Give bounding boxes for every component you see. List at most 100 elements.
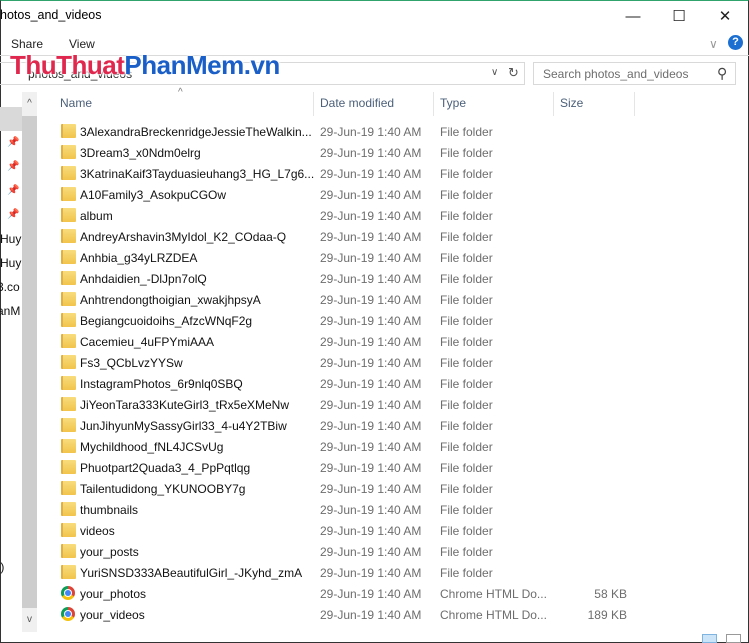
file-date: 29-Jun-19 1:40 AM	[320, 293, 422, 307]
nav-item[interactable]: Huy	[0, 232, 21, 246]
file-row[interactable]: Begiangcuoidoihs_AfzcWNqF2g 29-Jun-19 1:4…	[55, 311, 635, 332]
file-row[interactable]: AndreyArshavin3MyIdol_K2_COdaa-Q 29-Jun-1…	[55, 227, 635, 248]
folder-icon	[61, 166, 76, 180]
file-row[interactable]: your_posts 29-Jun-19 1:40 AM File folder	[55, 542, 635, 563]
file-row[interactable]: Anhtrendongthoigian_xwakjhpsyA 29-Jun-19 …	[55, 290, 635, 311]
file-date: 29-Jun-19 1:40 AM	[320, 377, 422, 391]
search-placeholder: Search photos_and_videos	[543, 67, 689, 81]
file-row[interactable]: Tailentudidong_YKUNOOBY7g 29-Jun-19 1:40 …	[55, 479, 635, 500]
file-date: 29-Jun-19 1:40 AM	[320, 482, 422, 496]
folder-icon	[61, 145, 76, 159]
large-icons-view-button[interactable]	[726, 634, 741, 643]
file-name: your_posts	[80, 545, 139, 559]
column-divider[interactable]	[634, 92, 635, 116]
file-date: 29-Jun-19 1:40 AM	[320, 398, 422, 412]
file-date: 29-Jun-19 1:40 AM	[320, 461, 422, 475]
minimize-button[interactable]: —	[610, 2, 656, 30]
file-type: File folder	[440, 125, 493, 139]
file-size: 58 KB	[594, 587, 627, 601]
file-type: File folder	[440, 335, 493, 349]
file-row[interactable]: Anhbia_g34yLRZDEA 29-Jun-19 1:40 AM File f…	[55, 248, 635, 269]
file-row[interactable]: JiYeonTara333KuteGirl3_tRx5eXMeNw 29-Jun-…	[55, 395, 635, 416]
file-type: File folder	[440, 545, 493, 559]
column-divider[interactable]	[433, 92, 434, 116]
file-type: File folder	[440, 377, 493, 391]
search-input[interactable]: Search photos_and_videos ⚲	[533, 62, 736, 85]
nav-scrollbar[interactable]: ^ v	[22, 92, 37, 632]
file-row[interactable]: Phuotpart2Quada3_4_PpPqtlqg 29-Jun-19 1:4…	[55, 458, 635, 479]
address-dropdown-icon[interactable]: ∨	[491, 67, 498, 78]
file-row[interactable]: videos 29-Jun-19 1:40 AM File folder	[55, 521, 635, 542]
file-date: 29-Jun-19 1:40 AM	[320, 251, 422, 265]
file-row[interactable]: 3AlexandraBreckenridgeJessieTheWalkin...…	[55, 122, 635, 143]
folder-icon	[61, 523, 76, 537]
folder-icon	[61, 334, 76, 348]
file-type: File folder	[440, 272, 493, 286]
file-row[interactable]: InstagramPhotos_6r9nlq0SBQ 29-Jun-19 1:40…	[55, 374, 635, 395]
file-type: File folder	[440, 440, 493, 454]
nav-item[interactable]: :)	[0, 560, 4, 574]
column-header-size[interactable]: Size	[560, 92, 583, 116]
chrome-html-icon	[61, 586, 75, 600]
folder-icon	[61, 544, 76, 558]
column-header-type[interactable]: Type	[440, 92, 466, 116]
file-row[interactable]: A10Family3_AsokpuCGOw 29-Jun-19 1:40 AM Fi…	[55, 185, 635, 206]
nav-selected-item[interactable]	[0, 107, 22, 131]
column-header-name[interactable]: Name	[60, 92, 92, 116]
file-date: 29-Jun-19 1:40 AM	[320, 335, 422, 349]
file-row[interactable]: album 29-Jun-19 1:40 AM File folder	[55, 206, 635, 227]
ribbon-tab-view[interactable]: View	[69, 37, 95, 51]
file-type: File folder	[440, 356, 493, 370]
file-row[interactable]: your_videos 29-Jun-19 1:40 AM Chrome HTML …	[55, 605, 635, 626]
search-icon[interactable]: ⚲	[717, 65, 727, 82]
watermark-part1: ThuThuat	[10, 50, 125, 80]
column-header-date[interactable]: Date modified	[320, 92, 394, 116]
details-view-button[interactable]	[702, 634, 717, 643]
column-divider[interactable]	[313, 92, 314, 116]
expand-ribbon-icon[interactable]: ∨	[709, 37, 718, 51]
refresh-icon[interactable]: ↻	[508, 65, 519, 81]
file-type: File folder	[440, 209, 493, 223]
scroll-down-icon[interactable]: v	[22, 608, 37, 632]
file-date: 29-Jun-19 1:40 AM	[320, 146, 422, 160]
ribbon-tab-share[interactable]: Share	[11, 37, 43, 51]
nav-item[interactable]: 3.co	[0, 280, 20, 294]
file-name: JunJihyunMySassyGirl33_4-u4Y2TBiw	[80, 419, 287, 433]
nav-item[interactable]: Huy	[0, 256, 21, 270]
file-type: File folder	[440, 314, 493, 328]
file-name: YuriSNSD333ABeautifulGirl_-JKyhd_zmA	[80, 566, 303, 580]
file-row[interactable]: thumbnails 29-Jun-19 1:40 AM File folder	[55, 500, 635, 521]
file-type: File folder	[440, 188, 493, 202]
file-row[interactable]: JunJihyunMySassyGirl33_4-u4Y2TBiw 29-Jun-…	[55, 416, 635, 437]
file-type: File folder	[440, 230, 493, 244]
folder-icon	[61, 565, 76, 579]
column-divider[interactable]	[553, 92, 554, 116]
scroll-up-icon[interactable]: ^	[22, 92, 37, 116]
file-row[interactable]: 3KatrinaKaif3Tayduasieuhang3_HG_L7g6... 2…	[55, 164, 635, 185]
file-type: File folder	[440, 146, 493, 160]
file-date: 29-Jun-19 1:40 AM	[320, 503, 422, 517]
file-date: 29-Jun-19 1:40 AM	[320, 608, 422, 622]
nav-item[interactable]: anM	[0, 304, 20, 318]
maximize-button[interactable]: ☐	[656, 2, 702, 30]
file-row[interactable]: Cacemieu_4uFPYmiAAA 29-Jun-19 1:40 AM File…	[55, 332, 635, 353]
pin-icon: 📌	[7, 137, 20, 148]
file-row[interactable]: your_photos 29-Jun-19 1:40 AM Chrome HTML …	[55, 584, 635, 605]
file-date: 29-Jun-19 1:40 AM	[320, 188, 422, 202]
folder-icon	[61, 418, 76, 432]
file-date: 29-Jun-19 1:40 AM	[320, 167, 422, 181]
file-date: 29-Jun-19 1:40 AM	[320, 209, 422, 223]
file-row[interactable]: 3Dream3_x0Ndm0elrg 29-Jun-19 1:40 AM File …	[55, 143, 635, 164]
file-type: File folder	[440, 398, 493, 412]
file-row[interactable]: Fs3_QCbLvzYYSw 29-Jun-19 1:40 AM File fold…	[55, 353, 635, 374]
close-button[interactable]: ✕	[702, 2, 748, 30]
file-name: JiYeonTara333KuteGirl3_tRx5eXMeNw	[80, 398, 290, 412]
file-type: File folder	[440, 482, 493, 496]
file-row[interactable]: Mychildhood_fNL4JCSvUg 29-Jun-19 1:40 AM F…	[55, 437, 635, 458]
file-row[interactable]: Anhdaidien_-DlJpn7olQ 29-Jun-19 1:40 AM Fi…	[55, 269, 635, 290]
file-type: File folder	[440, 461, 493, 475]
help-icon[interactable]: ?	[728, 35, 743, 50]
file-name: Begiangcuoidoihs_AfzcWNqF2g	[80, 314, 253, 328]
folder-icon	[61, 124, 76, 138]
file-row[interactable]: YuriSNSD333ABeautifulGirl_-JKyhd_zmA 29-J…	[55, 563, 635, 584]
